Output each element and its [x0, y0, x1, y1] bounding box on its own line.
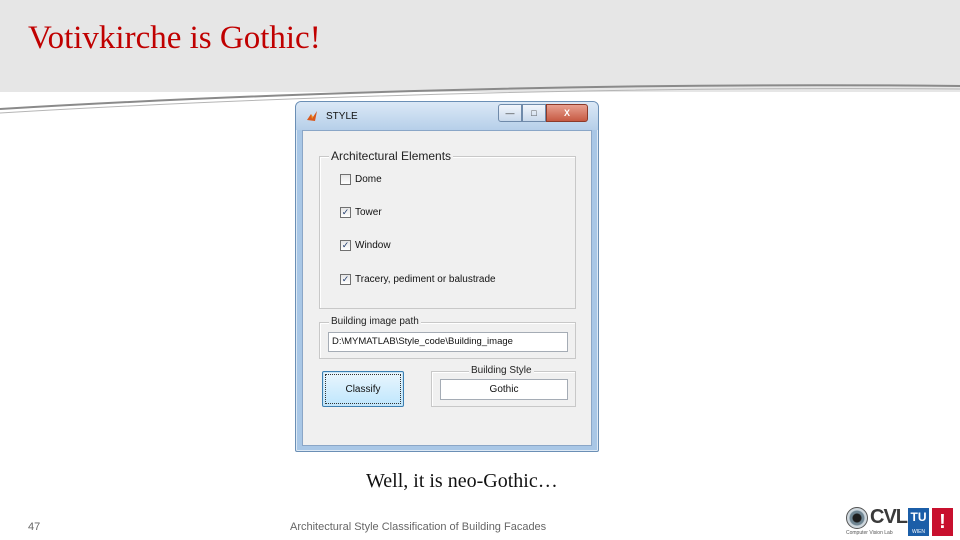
checkbox-window[interactable]: ✓ Window [340, 240, 391, 251]
building-style-output: Gothic [440, 379, 568, 400]
eye-icon [846, 507, 868, 529]
page-number: 47 [28, 521, 41, 533]
window-title: STYLE [326, 111, 358, 122]
image-path-input[interactable]: D:\MYMATLAB\Style_code\Building_image [328, 332, 568, 352]
dialog-client-area: Architectural Elements Dome ✓ Tower ✓ Wi… [302, 130, 592, 446]
checkbox-label: Dome [355, 174, 382, 185]
exclamation-icon: ! [932, 508, 953, 536]
building-style-label: Building Style [469, 365, 534, 376]
slide-caption: Well, it is neo-Gothic… [366, 470, 558, 492]
classify-button-label: Classify [345, 383, 381, 395]
checkbox-label: Window [355, 240, 391, 251]
checkbox-tower[interactable]: ✓ Tower [340, 207, 382, 218]
logo-tu-sub: WIEN [911, 529, 926, 535]
slide-title: Votivkirche is Gothic! [28, 20, 321, 56]
architectural-elements-panel: Architectural Elements Dome ✓ Tower ✓ Wi… [319, 149, 576, 309]
footer-text: Architectural Style Classification of Bu… [290, 521, 547, 533]
architectural-elements-label: Architectural Elements [329, 149, 454, 163]
close-button[interactable]: X [546, 104, 588, 122]
checkbox-box[interactable]: ✓ [340, 207, 351, 218]
classify-button[interactable]: Classify [322, 371, 404, 407]
style-dialog-window: STYLE — □ X Architectural Elements Dome … [295, 101, 599, 452]
minimize-button[interactable]: — [498, 104, 522, 122]
checkbox-tracery[interactable]: ✓ Tracery, pediment or balustrade [340, 274, 496, 285]
checkbox-box[interactable]: ✓ [340, 240, 351, 251]
tu-wien-logo: TU WIEN [908, 508, 929, 536]
matlab-icon [307, 111, 317, 121]
building-image-path-panel: Building image path D:\MYMATLAB\Style_co… [319, 316, 576, 359]
building-style-panel: Building Style Gothic [431, 365, 576, 407]
checkbox-label: Tracery, pediment or balustrade [355, 274, 496, 285]
checkbox-box[interactable] [340, 174, 351, 185]
checkbox-box[interactable]: ✓ [340, 274, 351, 285]
cvl-tu-logo: CVL Computer Vision Lab TU WIEN ! [846, 505, 956, 538]
maximize-button[interactable]: □ [522, 104, 546, 122]
checkbox-dome[interactable]: Dome [340, 174, 382, 185]
logo-tu-text: TU [910, 510, 927, 524]
logo-cvl-text: CVL [870, 506, 908, 528]
logo-subtitle: Computer Vision Lab [846, 530, 893, 536]
window-titlebar[interactable]: STYLE — □ X [296, 102, 598, 130]
building-image-path-label: Building image path [329, 316, 421, 327]
checkbox-label: Tower [355, 207, 382, 218]
